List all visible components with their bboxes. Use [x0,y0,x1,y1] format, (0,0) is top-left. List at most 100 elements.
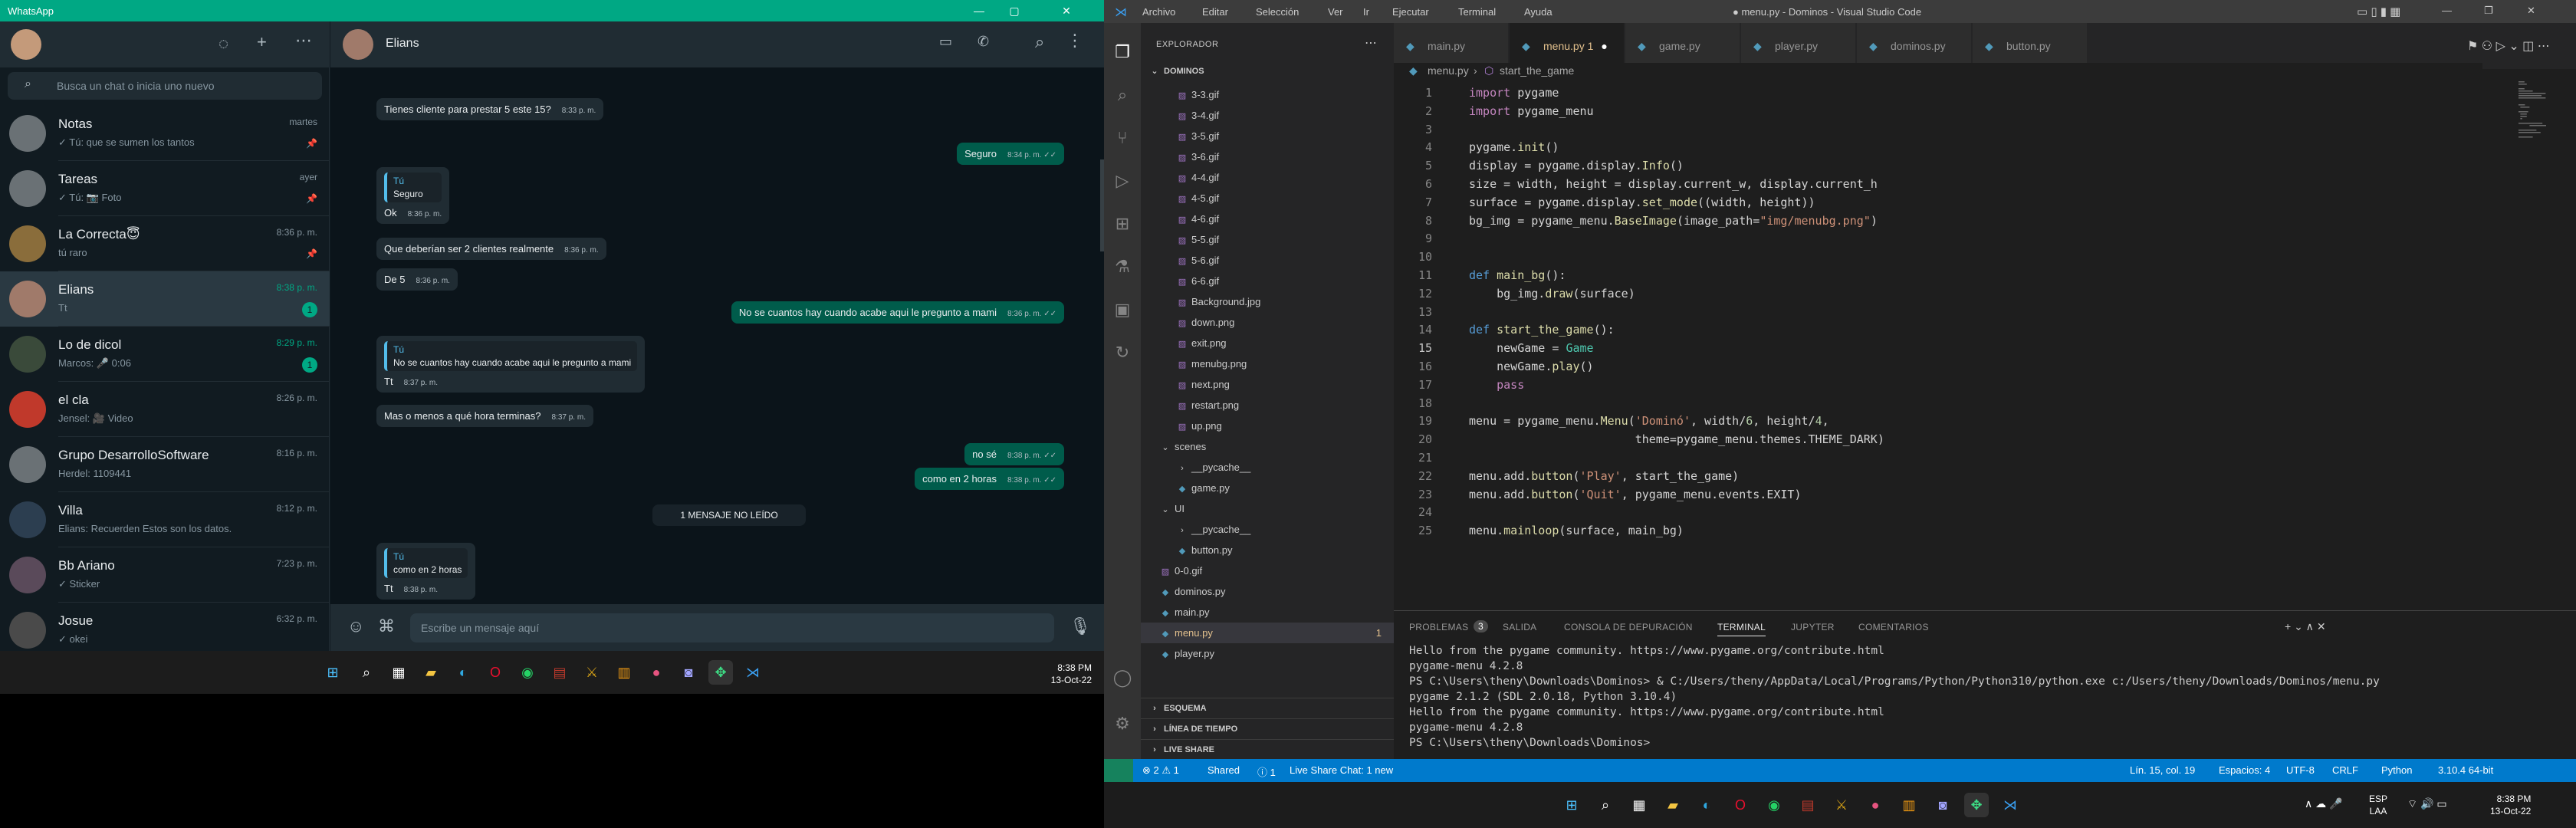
explorer-more-icon[interactable]: ⋯ [1365,35,1377,51]
tree-file[interactable]: ▨ 5-6.gif [1141,250,1394,271]
tree-folder[interactable]: ⌄ UI [1141,498,1394,519]
tree-file[interactable]: ◆ game.py [1141,478,1394,498]
whatsapp-taskbar-icon[interactable]: ◉ [1762,793,1786,817]
extensions-icon[interactable]: ⊞ [1112,213,1133,235]
language-indicator[interactable]: ESP LAA [2369,793,2387,817]
panel-actions-icon[interactable]: + ⌄ ∧ ✕ [2285,620,2326,633]
chat-item[interactable]: La Correcta😇 tú raro 8:36 p. m. 📌 [0,216,330,271]
menu-item[interactable]: Ejecutar [1392,6,1429,18]
code-editor[interactable]: 1 import pygame 2 import pygame_menu 3 4 pygam… [1394,81,2576,610]
emoji-icon[interactable]: ☺ [347,616,364,636]
panel-tab[interactable]: PROBLEMAS [1409,622,1468,632]
encoding-status[interactable]: UTF-8 [2286,764,2315,776]
edge-icon[interactable]: ◐ [451,660,475,685]
quoted-message[interactable]: Tú No se cuantos hay cuando acabe aqui le… [384,341,638,371]
editor-tab[interactable]: ◆ menu.py 1 ● [1510,23,1625,69]
panel-section-header[interactable]: › LIVE SHARE [1141,739,1394,760]
maximize-button[interactable]: ▢ [997,2,1032,20]
tree-file[interactable]: ▨ 0-0.gif [1141,560,1394,581]
tree-file[interactable]: ▨ 4-4.gif [1141,167,1394,188]
chat-item[interactable]: Notas ✓ Tú: que se sumen los tantos martes… [0,106,330,161]
code-line[interactable]: size = width, height = display.current_w… [1469,176,1878,193]
search-chat-icon[interactable]: ⌕ [1035,32,1044,52]
editor-tab[interactable]: ◆ main.py [1394,23,1509,69]
incoming-message[interactable]: Que deberían ser 2 clientes realmente 8:3… [376,238,606,260]
tree-file[interactable]: ▨ next.png [1141,374,1394,395]
tree-file[interactable]: ▨ exit.png [1141,333,1394,353]
code-line[interactable]: menu.add.button('Quit', pygame_menu.even… [1469,486,1802,504]
tray-icons[interactable]: ∧ ☁ 🎤 [2305,797,2342,810]
run-debug-icon[interactable]: ▷ [1112,170,1133,192]
code-line[interactable]: pass [1469,376,1524,394]
tree-folder[interactable]: › __pycache__ [1141,457,1394,478]
chat-menu-icon[interactable]: ⋮ [1066,31,1083,51]
eol-status[interactable]: CRLF [2332,764,2358,776]
vscode-taskbar-icon[interactable]: ⋊ [741,660,765,685]
tree-file[interactable]: ▨ up.png [1141,416,1394,436]
edge-icon[interactable]: ◐ [1694,793,1719,817]
incoming-message[interactable]: De 5 8:36 p. m. [376,268,458,291]
source-control-icon[interactable]: ⑂ [1112,127,1133,149]
editor-tab[interactable]: ◆ dominos.py [1857,23,1972,69]
code-line[interactable]: pygame.init() [1469,139,1559,156]
breadcrumb-symbol[interactable]: start_the_game [1500,64,1574,77]
minimize-button[interactable]: — [2442,5,2452,16]
code-line[interactable]: def main_bg(): [1469,267,1566,284]
outgoing-message[interactable]: No se cuantos hay cuando acabe aqui le p… [731,301,1064,324]
quoted-message[interactable]: Tú como en 2 horas [384,548,468,578]
settings-gear-icon[interactable]: ⚙ [1112,713,1133,734]
breadcrumb-file[interactable]: menu.py [1428,64,1469,77]
tree-file[interactable]: ◆ player.py [1141,643,1394,664]
indentation-status[interactable]: Espacios: 4 [2219,764,2270,776]
outgoing-message[interactable]: no sé 8:38 p. m. ✓✓ [964,443,1064,465]
tree-file[interactable]: ▨ 4-6.gif [1141,209,1394,229]
conversation-header[interactable]: Elians ▭ ✆ ⌕ ⋮ [330,21,1104,67]
panel-tab[interactable]: CONSOLA DE DEPURACIÓN [1564,622,1693,632]
tree-file[interactable]: ▨ menubg.png [1141,353,1394,374]
testing-icon[interactable]: ⚗ [1112,256,1133,278]
message-input[interactable]: Escribe un mensaje aquí [410,613,1054,642]
code-line[interactable]: newGame.play() [1469,358,1593,376]
interpreter-status[interactable]: 3.10.4 64-bit [2438,764,2493,776]
incoming-message[interactable]: Tú Seguro Ok 8:36 p. m. [376,167,450,224]
profile-avatar[interactable] [11,29,41,60]
search-box[interactable]: ⌕ Busca un chat o inicia uno nuevo ≡ [8,72,342,100]
tree-file[interactable]: ▨ 4-5.gif [1141,188,1394,209]
language-status[interactable]: Python [2381,764,2412,776]
search-taskbar-icon[interactable]: ⌕ [1593,793,1618,817]
panel-section-header[interactable]: › ESQUEMA [1141,698,1394,718]
outgoing-message[interactable]: Seguro 8:34 p. m. ✓✓ [957,143,1064,165]
tree-file[interactable]: ▨ 3-5.gif [1141,126,1394,146]
root-folder[interactable]: ⌄ DOMINOS [1141,61,1394,82]
liveshare-chat-status[interactable]: Live Share Chat: 1 new [1290,764,1393,776]
new-chat-icon[interactable]: + [257,32,267,52]
menu-item[interactable]: Ver [1328,6,1343,18]
vscode-taskbar-icon[interactable]: ⋊ [1998,793,2022,817]
accounts-icon[interactable]: ◯ [1112,667,1133,688]
code-line[interactable]: import pygame [1469,84,1559,102]
whatsapp-taskbar-icon[interactable]: ◉ [515,660,540,685]
status-icon[interactable]: ◌ [219,34,228,54]
cursor-position[interactable]: Lín. 15, col. 19 [2130,764,2195,776]
tree-file[interactable]: ◆ dominos.py [1141,581,1394,602]
opera-icon[interactable]: O [1728,793,1753,817]
remote-explorer-icon[interactable]: ▣ [1112,299,1133,320]
incoming-message[interactable]: Tienes cliente para prestar 5 este 15? 8:… [376,98,604,120]
app-icon[interactable]: ▤ [547,660,572,685]
code-line[interactable]: menu.add.button('Play', start_the_game) [1469,468,1739,485]
menu-item[interactable]: Ayuda [1524,6,1552,18]
unsaved-dot-icon[interactable]: ● [1601,40,1607,52]
chat-item[interactable]: Bb Ariano ✓ Sticker 7:23 p. m. [0,547,330,603]
code-line[interactable]: newGame = Game [1469,340,1593,357]
contact-avatar[interactable] [343,29,373,60]
panel-tab[interactable]: SALIDA [1503,622,1537,632]
layers-icon[interactable]: ▥ [612,660,636,685]
code-line[interactable]: import pygame_menu [1469,103,1594,120]
info-status[interactable]: ⓘ 1 [1257,764,1276,779]
gallery-icon[interactable]: ▦ [1627,793,1651,817]
shared-status[interactable]: Shared [1208,764,1240,776]
pink-app-icon[interactable]: ● [1863,793,1888,817]
discord-icon[interactable]: ◙ [1930,793,1955,817]
code-line[interactable]: menu = pygame_menu.Menu('Dominó', width/… [1469,412,1829,430]
app-icon[interactable]: ▤ [1796,793,1820,817]
